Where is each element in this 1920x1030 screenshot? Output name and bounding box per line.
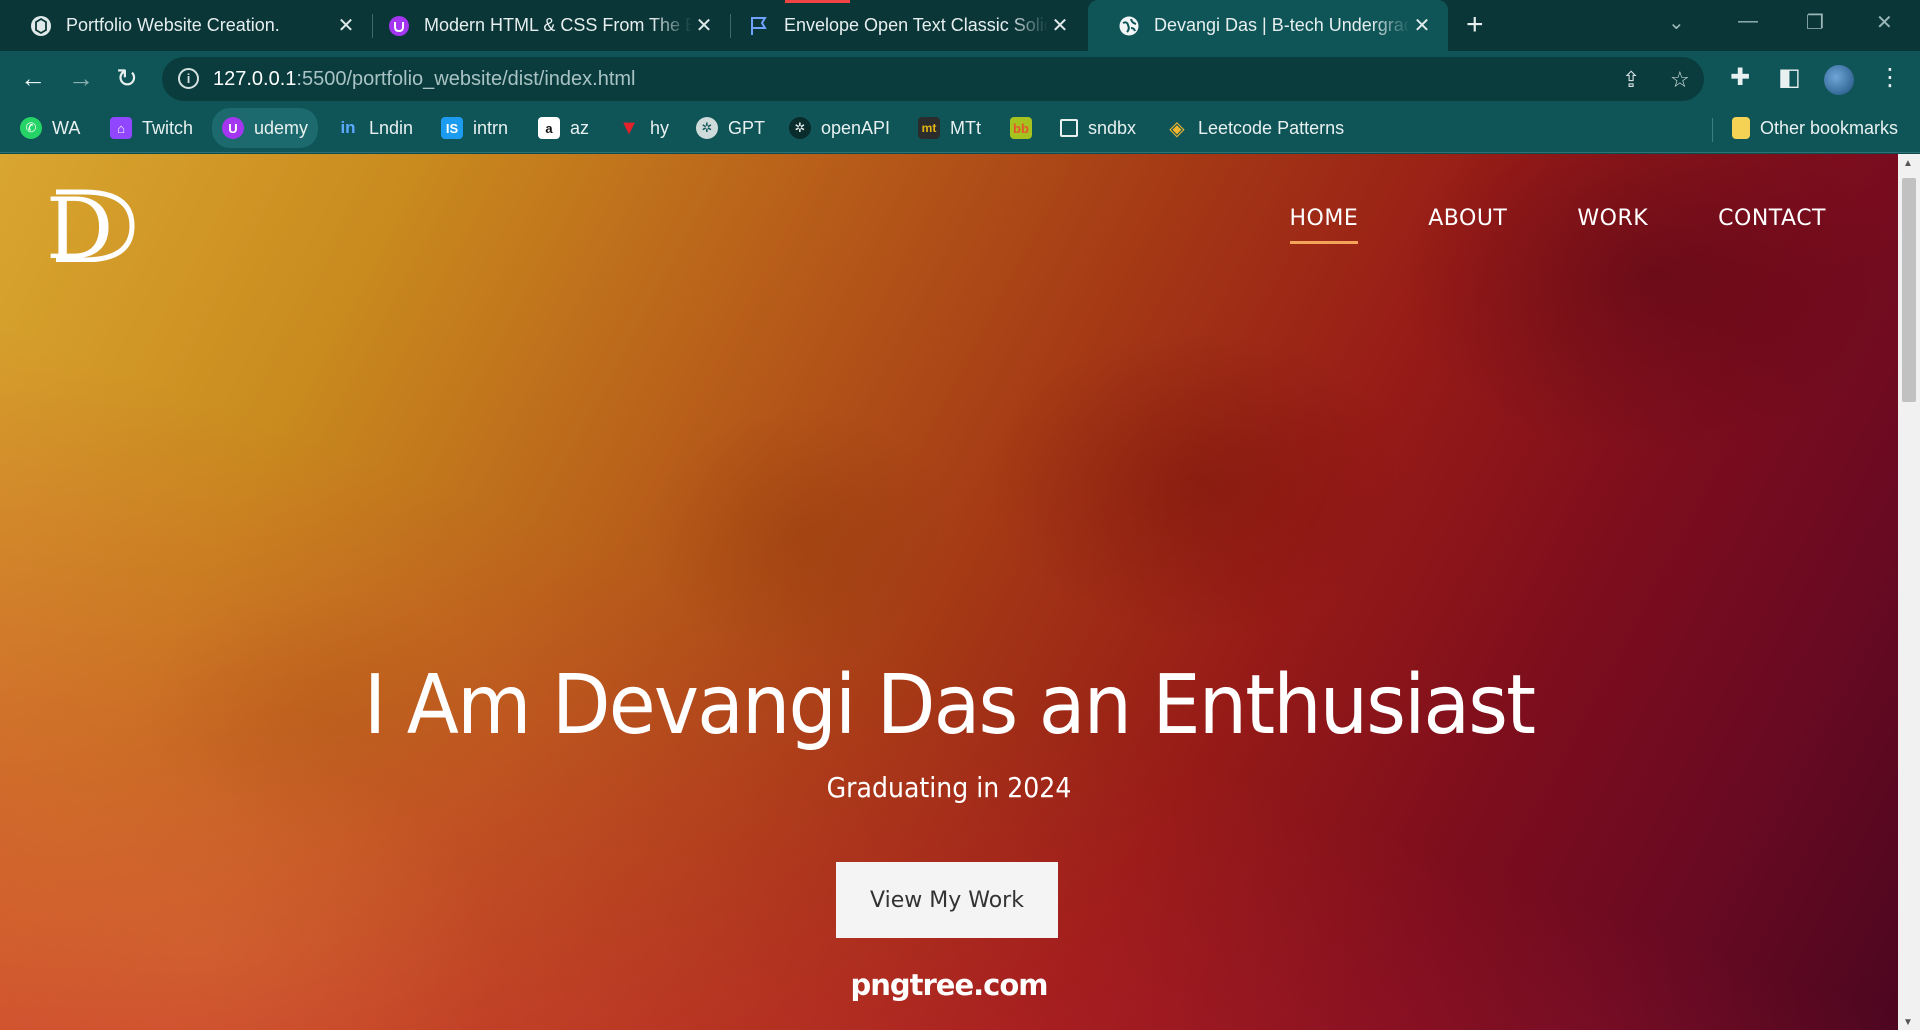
bookmark-wa[interactable]: ✆ WA xyxy=(20,108,80,148)
bookmark-openapi[interactable]: ✲ openAPI xyxy=(789,108,890,148)
view-my-work-button[interactable]: View My Work xyxy=(836,862,1058,938)
bookmark-label: intrn xyxy=(473,117,509,138)
scroll-up-icon[interactable]: ▲ xyxy=(1903,158,1913,169)
flag-icon xyxy=(748,15,770,37)
tab-search-icon[interactable]: ⌄ xyxy=(1668,10,1685,35)
bookmark-hy[interactable]: ▼ hy xyxy=(618,108,669,148)
bookmark-star-icon[interactable]: ☆ xyxy=(1670,67,1690,93)
address-bar[interactable]: i 127.0.0.1:5500/portfolio_website/dist/… xyxy=(162,57,1704,101)
tab-strip: Portfolio Website Creation. ✕ Modern HTM… xyxy=(0,0,1920,51)
twitch-icon: ⌂ xyxy=(110,117,132,139)
folder-icon xyxy=(1732,117,1750,139)
page-scrollbar[interactable]: ▲ ▼ xyxy=(1898,154,1920,1030)
tab-loading-indicator xyxy=(785,0,850,3)
internshala-icon: IS xyxy=(441,117,463,139)
new-tab-button[interactable]: + xyxy=(1466,8,1484,42)
amazon-icon: a xyxy=(538,117,560,139)
hackerrank-icon: ▼ xyxy=(619,116,639,139)
bookmark-label: openAPI xyxy=(821,117,891,138)
bookmarks-bar: ✆ WA ⌂ Twitch U udemy in Lndin IS intrn … xyxy=(0,108,1920,153)
extensions-icon[interactable]: ✚ xyxy=(1730,63,1750,92)
scroll-down-icon[interactable]: ▼ xyxy=(1903,1017,1913,1028)
bookmark-lndin[interactable]: in Lndin xyxy=(337,108,413,148)
url-host: 127.0.0.1 xyxy=(213,68,297,90)
udemy-icon: U xyxy=(222,117,244,139)
bookmark-label: MTt xyxy=(950,117,981,138)
browser-toolbar: ← → ↻ i 127.0.0.1:5500/portfolio_website… xyxy=(0,51,1920,108)
monkeytype-icon: mt xyxy=(918,117,940,139)
forward-icon[interactable]: → xyxy=(68,63,94,93)
url-text[interactable]: 127.0.0.1:5500/portfolio_website/dist/in… xyxy=(213,68,636,91)
page-viewport: D HOME ABOUT WORK CONTACT I Am Devangi D… xyxy=(0,154,1898,1030)
chatgpt-icon xyxy=(30,15,52,37)
bookmark-intrn[interactable]: IS intrn xyxy=(441,108,508,148)
close-tab-icon[interactable]: ✕ xyxy=(334,13,358,38)
bookmark-udemy[interactable]: U udemy xyxy=(212,108,319,148)
udemy-icon xyxy=(388,15,410,37)
other-bookmarks[interactable]: Other bookmarks xyxy=(1732,108,1898,148)
bookmark-label: udemy xyxy=(254,117,309,138)
scrollbar-thumb[interactable] xyxy=(1902,178,1916,402)
profile-avatar[interactable] xyxy=(1824,65,1854,95)
close-tab-icon[interactable]: ✕ xyxy=(1048,13,1072,38)
side-panel-icon[interactable]: ◧ xyxy=(1778,63,1801,92)
tab-title: Devangi Das | B-tech Undergraduate xyxy=(1154,15,1410,35)
tab-title: Portfolio Website Creation. xyxy=(66,15,280,35)
menu-kebab-icon[interactable]: ⋮ xyxy=(1878,63,1902,92)
restore-icon[interactable]: ❐ xyxy=(1806,10,1824,35)
leetcode-patterns-icon: ◈ xyxy=(1169,117,1185,140)
hero-section: I Am Devangi Das an Enthusiast Graduatin… xyxy=(0,154,1898,1030)
minimize-icon[interactable]: — xyxy=(1738,10,1758,33)
tab-modern-html-css[interactable]: Modern HTML & CSS From The B ✕ xyxy=(358,0,730,51)
chatgpt-icon: ✲ xyxy=(696,117,718,139)
share-icon[interactable]: ⇪ xyxy=(1622,67,1640,93)
bookmark-bb[interactable]: bb xyxy=(1010,108,1042,148)
bookmark-label: Leetcode Patterns xyxy=(1198,117,1345,138)
bookmark-sndbx[interactable]: sndbx xyxy=(1060,108,1136,148)
linkedin-icon: in xyxy=(340,118,356,137)
close-tab-icon[interactable]: ✕ xyxy=(1410,13,1434,38)
openai-icon: ✲ xyxy=(789,117,811,139)
globe-icon xyxy=(1118,15,1140,37)
bookmark-leetcode-patterns[interactable]: ◈ Leetcode Patterns xyxy=(1166,108,1344,148)
bookmark-label: hy xyxy=(650,117,670,138)
tab-envelope-open-text[interactable]: Envelope Open Text Classic Solid ✕ xyxy=(718,0,1086,51)
bookmark-label: WA xyxy=(52,117,81,138)
site-info-icon[interactable]: i xyxy=(178,68,199,89)
sandbox-icon xyxy=(1060,119,1078,137)
bb-icon: bb xyxy=(1010,117,1032,139)
tab-portfolio-website-creation[interactable]: Portfolio Website Creation. ✕ xyxy=(0,0,372,51)
bookmark-mtt[interactable]: mt MTt xyxy=(918,108,981,148)
bookmark-az[interactable]: a az xyxy=(538,108,589,148)
close-tab-icon[interactable]: ✕ xyxy=(692,13,716,38)
bookmark-gpt[interactable]: ✲ GPT xyxy=(696,108,765,148)
url-path: :5500/portfolio_website/dist/index.html xyxy=(296,68,636,90)
tab-title: Envelope Open Text Classic Solid xyxy=(784,15,1048,35)
bookmarks-separator xyxy=(1712,118,1713,142)
bookmark-label: GPT xyxy=(728,117,766,138)
hero-title: I Am Devangi Das an Enthusiast xyxy=(363,658,1536,753)
bookmark-twitch[interactable]: ⌂ Twitch xyxy=(110,108,193,148)
hero-subtitle: Graduating in 2024 xyxy=(826,771,1072,804)
whatsapp-icon: ✆ xyxy=(20,117,42,139)
close-window-icon[interactable]: ✕ xyxy=(1876,10,1893,35)
reload-icon[interactable]: ↻ xyxy=(116,63,138,93)
bookmark-label: Lndin xyxy=(369,117,414,138)
other-bookmarks-label: Other bookmarks xyxy=(1760,117,1899,138)
bookmark-label: sndbx xyxy=(1088,117,1137,138)
bookmark-label: Twitch xyxy=(142,117,194,138)
bookmark-label: az xyxy=(570,117,590,138)
tab-title: Modern HTML & CSS From The B xyxy=(424,15,692,35)
watermark: pngtree.com xyxy=(850,968,1048,1002)
tab-devangi-das[interactable]: Devangi Das | B-tech Undergraduate ✕ xyxy=(1088,0,1448,51)
back-icon[interactable]: ← xyxy=(20,63,46,93)
